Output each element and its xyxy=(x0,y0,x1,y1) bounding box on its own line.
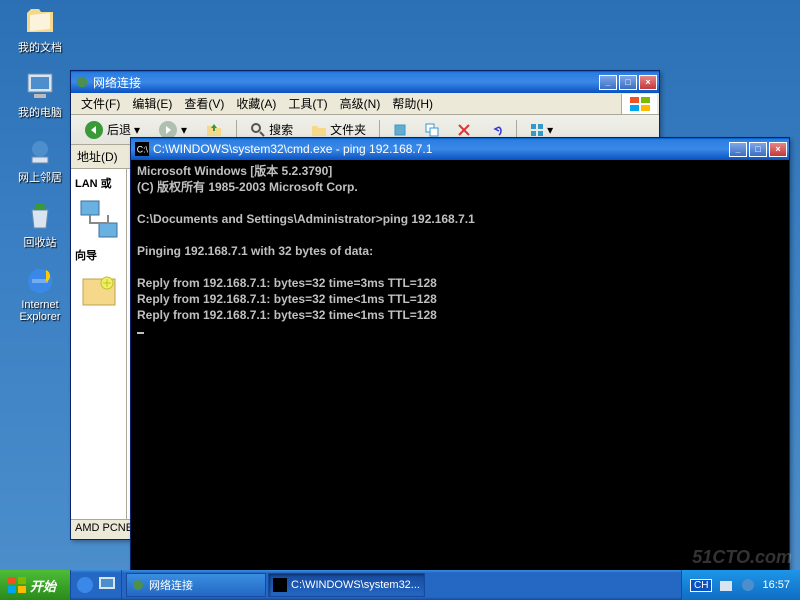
icon-label: 我的文档 xyxy=(18,42,62,54)
folders-icon xyxy=(311,122,327,138)
computer-icon xyxy=(24,70,56,102)
desktop-icon-my-computer[interactable]: 我的电脑 xyxy=(10,70,70,120)
menu-advanced[interactable]: 高级(N) xyxy=(334,93,387,114)
line: Reply from 192.168.7.1: bytes=32 time<1m… xyxy=(137,308,437,322)
delete-icon xyxy=(457,123,471,137)
window-title: C:\WINDOWS\system32\cmd.exe - ping 192.1… xyxy=(153,142,729,156)
cmd-icon xyxy=(273,578,287,592)
line: C:\Documents and Settings\Administrator>… xyxy=(137,212,475,226)
clock[interactable]: 16:57 xyxy=(762,579,790,591)
titlebar[interactable]: 网络连接 _ □ × xyxy=(71,71,659,93)
ie-icon[interactable] xyxy=(75,575,95,595)
menu-view[interactable]: 查看(V) xyxy=(178,93,230,114)
icon-label: Internet Explorer xyxy=(20,299,61,323)
desktop: 我的文档 我的电脑 网上邻居 回收站 Internet Explorer xyxy=(10,5,70,323)
undo-icon xyxy=(489,123,503,137)
lan-connection-icon[interactable] xyxy=(77,197,121,241)
maximize-button[interactable]: □ xyxy=(749,142,767,157)
menu-file[interactable]: 文件(F) xyxy=(75,93,126,114)
line: (C) 版权所有 1985-2003 Microsoft Corp. xyxy=(137,180,358,194)
task-button-network[interactable]: 网络连接 xyxy=(126,573,266,597)
icon-label: 我的电脑 xyxy=(18,107,62,119)
watermark: 51CTO.com xyxy=(692,547,792,568)
left-pane: LAN 或 向导 xyxy=(71,169,127,519)
section-header: LAN 或 xyxy=(75,175,122,191)
titlebar[interactable]: C:\ C:\WINDOWS\system32\cmd.exe - ping 1… xyxy=(131,138,789,160)
icon-label: 网上邻居 xyxy=(18,172,62,184)
task-button-cmd[interactable]: C:\WINDOWS\system32... xyxy=(268,573,425,597)
close-button[interactable]: × xyxy=(769,142,787,157)
line: Reply from 192.168.7.1: bytes=32 time<1m… xyxy=(137,292,437,306)
system-tray: CH 16:57 xyxy=(681,570,800,600)
taskbar: 开始 网络连接 C:\WINDOWS\system32... CH 16:57 xyxy=(0,570,800,600)
minimize-button[interactable]: _ xyxy=(729,142,747,157)
cmd-window: C:\ C:\WINDOWS\system32\cmd.exe - ping 1… xyxy=(130,137,790,577)
folder-up-icon xyxy=(205,121,223,139)
wizard-icon[interactable] xyxy=(77,269,121,313)
section-header: 向导 xyxy=(75,247,122,263)
maximize-button[interactable]: □ xyxy=(619,75,637,90)
window-title: 网络连接 xyxy=(93,74,599,91)
desktop-icon-my-documents[interactable]: 我的文档 xyxy=(10,5,70,55)
ie-icon xyxy=(24,265,56,297)
address-label: 地址(D) xyxy=(77,148,118,165)
recycle-icon xyxy=(24,200,56,232)
desktop-icon-recycle-bin[interactable]: 回收站 xyxy=(10,200,70,250)
copy-icon xyxy=(425,123,439,137)
line: Reply from 192.168.7.1: bytes=32 time=3m… xyxy=(137,276,437,290)
line: Pinging 192.168.7.1 with 32 bytes of dat… xyxy=(137,244,373,258)
menu-help[interactable]: 帮助(H) xyxy=(386,93,439,114)
tray-icon[interactable] xyxy=(718,577,734,593)
close-button[interactable]: × xyxy=(639,75,657,90)
task-buttons: 网络连接 C:\WINDOWS\system32... xyxy=(122,573,681,597)
menu-edit[interactable]: 编辑(E) xyxy=(126,93,178,114)
folder-icon xyxy=(24,5,56,37)
cmd-icon: C:\ xyxy=(135,142,149,156)
network-icon xyxy=(75,75,89,89)
menu-favorites[interactable]: 收藏(A) xyxy=(230,93,282,114)
start-button[interactable]: 开始 xyxy=(0,570,71,600)
minimize-button[interactable]: _ xyxy=(599,75,617,90)
icon-label: 回收站 xyxy=(24,237,57,249)
desktop-icon-ie[interactable]: Internet Explorer xyxy=(10,265,70,323)
tray-icon[interactable] xyxy=(740,577,756,593)
network-icon xyxy=(24,135,56,167)
show-desktop-icon[interactable] xyxy=(97,575,117,595)
quick-launch xyxy=(71,570,122,600)
menu-tools[interactable]: 工具(T) xyxy=(282,93,333,114)
back-icon xyxy=(84,120,104,140)
svg-text:C:\: C:\ xyxy=(137,145,149,155)
windows-logo-icon xyxy=(621,94,657,114)
move-icon xyxy=(393,123,407,137)
menubar: 文件(F) 编辑(E) 查看(V) 收藏(A) 工具(T) 高级(N) 帮助(H… xyxy=(71,93,659,115)
line: Microsoft Windows [版本 5.2.3790] xyxy=(137,164,332,178)
cursor xyxy=(137,332,144,334)
views-icon xyxy=(530,123,544,137)
language-indicator[interactable]: CH xyxy=(690,579,712,592)
network-icon xyxy=(131,578,145,592)
search-icon xyxy=(250,122,266,138)
terminal-output[interactable]: Microsoft Windows [版本 5.2.3790] (C) 版权所有… xyxy=(131,160,789,576)
windows-logo-icon xyxy=(8,577,26,593)
desktop-icon-network-places[interactable]: 网上邻居 xyxy=(10,135,70,185)
